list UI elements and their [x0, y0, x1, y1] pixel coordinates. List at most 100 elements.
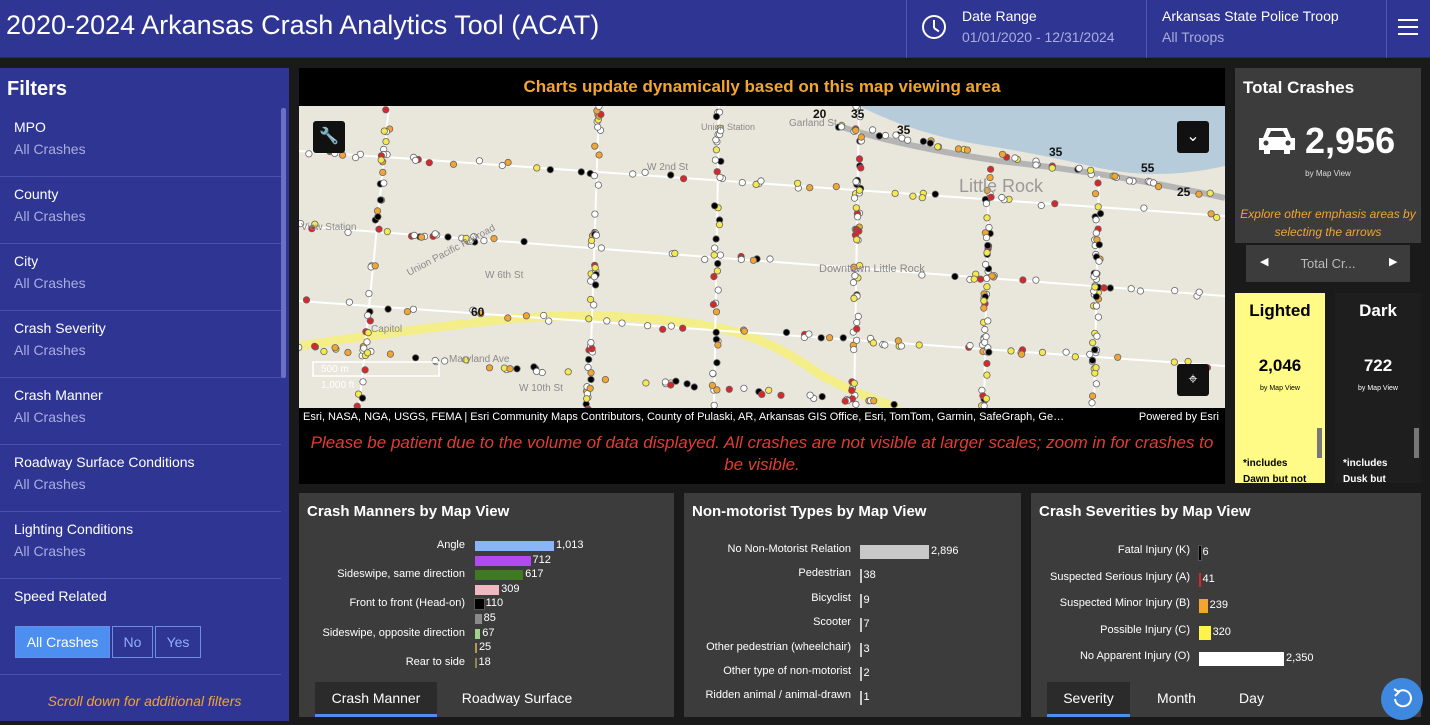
crash-point[interactable]: [919, 137, 928, 146]
crash-point[interactable]: [891, 189, 899, 198]
crash-point[interactable]: [299, 343, 303, 351]
crash-point[interactable]: [1154, 183, 1163, 191]
crash-point[interactable]: [1206, 189, 1214, 197]
crash-point[interactable]: [305, 150, 313, 158]
crash-point[interactable]: [441, 357, 449, 365]
crash-point[interactable]: [777, 391, 785, 399]
crash-point[interactable]: [373, 207, 382, 215]
crash-point[interactable]: [850, 346, 858, 354]
speed-option-all[interactable]: All Crashes: [15, 626, 110, 658]
crash-point[interactable]: [983, 283, 991, 291]
crash-point[interactable]: [1092, 269, 1100, 277]
crash-point[interactable]: [954, 145, 963, 153]
crash-point[interactable]: [1140, 204, 1148, 212]
crash-point[interactable]: [587, 236, 596, 245]
crash-point[interactable]: [1086, 166, 1095, 174]
crash-point[interactable]: [1171, 287, 1179, 295]
crash-point[interactable]: [712, 328, 720, 336]
crash-point[interactable]: [875, 132, 884, 140]
crash-point[interactable]: [1048, 164, 1056, 172]
crash-point[interactable]: [585, 315, 593, 323]
crash-point[interactable]: [870, 397, 878, 405]
crash-map[interactable]: Union Station Garland St W 2nd St W 6th …: [299, 106, 1225, 408]
crash-point[interactable]: [982, 394, 991, 403]
crash-point[interactable]: [475, 157, 484, 165]
crash-point[interactable]: [852, 204, 860, 212]
crash-point[interactable]: [591, 210, 599, 218]
crash-point[interactable]: [1111, 172, 1119, 180]
crash-point[interactable]: [595, 151, 603, 159]
crash-point[interactable]: [853, 213, 862, 221]
crash-point[interactable]: [1051, 200, 1059, 208]
crash-point[interactable]: [1017, 350, 1026, 358]
crash-point[interactable]: [982, 333, 990, 341]
crash-point[interactable]: [710, 251, 718, 259]
crash-point[interactable]: [740, 327, 748, 335]
filter-lighting[interactable]: Lighting Conditions All Crashes: [0, 512, 281, 579]
crash-point[interactable]: [850, 379, 858, 387]
crash-point[interactable]: [679, 324, 687, 332]
crash-point[interactable]: [364, 349, 372, 357]
crash-point[interactable]: [311, 342, 319, 350]
crash-point[interactable]: [998, 150, 1007, 158]
chart-bar[interactable]: [1199, 572, 1201, 587]
crash-point[interactable]: [983, 249, 991, 257]
crash-point[interactable]: [546, 166, 554, 174]
crash-point[interactable]: [667, 322, 675, 330]
chart-bar[interactable]: [475, 570, 524, 581]
crash-point[interactable]: [485, 364, 494, 372]
troop-label[interactable]: Arkansas State Police Troop: [1162, 8, 1339, 24]
crash-point[interactable]: [825, 334, 834, 342]
crash-point[interactable]: [915, 341, 923, 349]
crash-point[interactable]: [587, 339, 595, 347]
crash-point[interactable]: [782, 328, 791, 336]
crash-point[interactable]: [590, 273, 598, 281]
crash-point[interactable]: [671, 249, 679, 257]
crash-point[interactable]: [490, 235, 498, 243]
crash-point[interactable]: [983, 371, 991, 379]
crash-point[interactable]: [591, 142, 599, 150]
tab-day[interactable]: Day: [1223, 682, 1280, 717]
chart-bar[interactable]: [860, 618, 862, 633]
chart-bar[interactable]: [475, 643, 477, 654]
crash-point[interactable]: [839, 334, 847, 342]
crash-point[interactable]: [709, 369, 717, 377]
crash-point[interactable]: [1075, 164, 1083, 172]
crash-point[interactable]: [564, 368, 572, 376]
crash-point[interactable]: [1092, 216, 1100, 224]
crash-point[interactable]: [988, 272, 996, 280]
tab-severity[interactable]: Severity: [1047, 682, 1130, 717]
crash-point[interactable]: [852, 178, 860, 186]
crash-point[interactable]: [320, 347, 328, 356]
clock-icon[interactable]: [922, 15, 946, 39]
crash-point[interactable]: [331, 344, 339, 352]
crash-point[interactable]: [853, 236, 861, 244]
crash-point[interactable]: [679, 175, 688, 183]
crash-point[interactable]: [855, 186, 864, 194]
crash-point[interactable]: [737, 255, 745, 264]
crash-point[interactable]: [431, 230, 439, 238]
crash-point[interactable]: [520, 238, 528, 246]
crash-point[interactable]: [1007, 347, 1015, 355]
crash-point[interactable]: [1095, 241, 1103, 249]
crash-point[interactable]: [418, 233, 426, 241]
crash-point[interactable]: [711, 156, 719, 164]
crash-point[interactable]: [725, 385, 733, 393]
crash-point[interactable]: [1088, 356, 1097, 364]
chart-bar[interactable]: [1199, 625, 1211, 640]
crash-point[interactable]: [981, 325, 989, 334]
map-canvas[interactable]: Union Station Garland St W 2nd St W 6th …: [299, 106, 1225, 408]
crash-point[interactable]: [585, 355, 593, 364]
crash-point[interactable]: [667, 381, 675, 389]
crash-point[interactable]: [868, 126, 877, 134]
crash-point[interactable]: [701, 255, 709, 263]
crash-point[interactable]: [577, 168, 585, 176]
crash-point[interactable]: [1092, 364, 1100, 372]
crash-point[interactable]: [837, 123, 846, 131]
crash-point[interactable]: [850, 294, 858, 302]
crash-point[interactable]: [1106, 284, 1114, 292]
crash-point[interactable]: [345, 298, 354, 306]
crash-point[interactable]: [980, 304, 988, 312]
crash-point[interactable]: [984, 317, 992, 325]
chart-bar[interactable]: [860, 593, 862, 608]
